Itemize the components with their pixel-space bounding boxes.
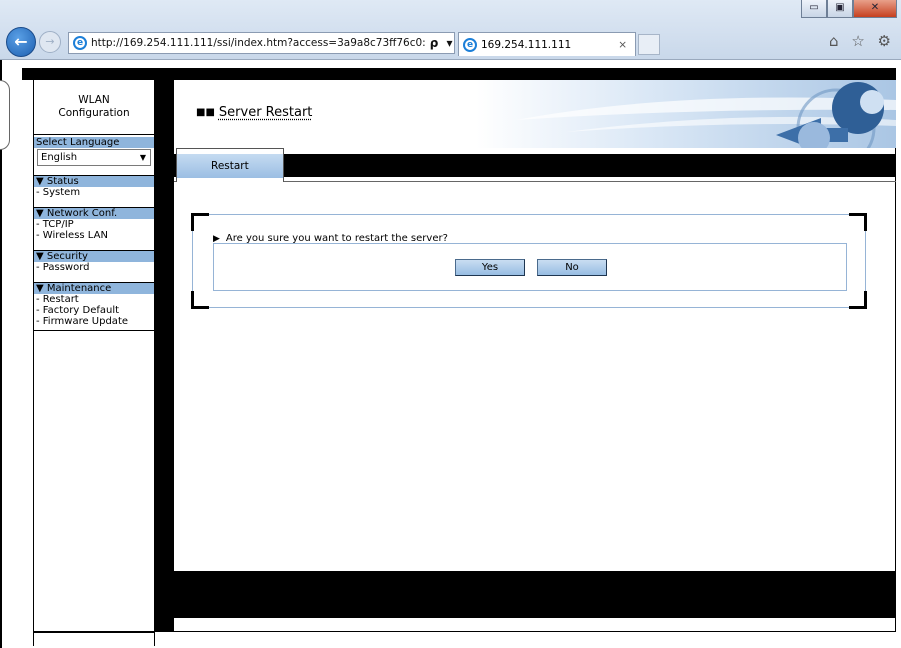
language-header: Select Language: [34, 137, 154, 148]
window-controls: ▭ ▣ ✕: [801, 0, 897, 18]
nav-group-network: ▼ Network Conf. - TCP/IP - Wireless LAN: [34, 207, 154, 241]
sidebar: WLAN Configuration Select Language Engli…: [33, 80, 155, 632]
bracket-corner: [191, 213, 209, 231]
confirm-button-area: Yes No: [213, 243, 847, 291]
header-banner: ■■ Server Restart: [174, 80, 896, 148]
nav-group-header[interactable]: ▼ Status: [34, 176, 154, 187]
bracket-corner: [191, 291, 209, 309]
page-title: ■■ Server Restart: [196, 105, 312, 120]
nav-divider: [34, 327, 154, 331]
tab-close-icon[interactable]: ×: [618, 39, 627, 51]
sidebar-item-tcpip[interactable]: - TCP/IP: [34, 219, 154, 230]
nav-group-maintenance: ▼ Maintenance - Restart - Factory Defaul…: [34, 282, 154, 331]
sidebar-bottom: [33, 632, 155, 646]
address-text[interactable]: http://169.254.111.111/ssi/index.htm?acc…: [91, 37, 426, 49]
left-notch: [0, 80, 10, 150]
sidebar-title-line2: Configuration: [58, 107, 130, 119]
nav-group-header[interactable]: ▼ Maintenance: [34, 283, 154, 294]
nav-group-header[interactable]: ▼ Network Conf.: [34, 208, 154, 219]
no-button[interactable]: No: [537, 259, 607, 276]
ie-logo-icon: e: [73, 36, 87, 50]
restart-confirm-box: ▶ Are you sure you want to restart the se…: [191, 213, 867, 309]
maximize-button[interactable]: ▣: [827, 0, 853, 18]
nav-group-status: ▼ Status - System: [34, 175, 154, 198]
main-panel: ■■ Server Restart Restart ▶ Are you sure …: [173, 80, 896, 632]
sidebar-item-system[interactable]: - System: [34, 187, 154, 198]
minimize-button[interactable]: ▭: [801, 0, 827, 18]
nav-group-header[interactable]: ▼ Security: [34, 251, 154, 262]
address-bar[interactable]: e http://169.254.111.111/ssi/index.htm?a…: [68, 32, 455, 54]
yes-button[interactable]: Yes: [455, 259, 525, 276]
sidebar-title-line1: WLAN: [78, 94, 110, 106]
bracket-corner: [849, 213, 867, 231]
bracket-corner: [849, 291, 867, 309]
language-select[interactable]: English ▼: [37, 149, 151, 166]
browser-chrome: ▭ ▣ ✕ ← → e http://169.254.111.111/ssi/i…: [0, 0, 901, 60]
address-actions-icon[interactable]: ρ ▾ ⎘ ↻ ✕: [426, 36, 454, 51]
tab-title: 169.254.111.111: [481, 38, 572, 51]
sidebar-item-factory-default[interactable]: - Factory Default: [34, 305, 154, 316]
nav-group-security: ▼ Security - Password: [34, 250, 154, 273]
close-window-button[interactable]: ✕: [853, 0, 897, 18]
tab-restart[interactable]: Restart: [176, 148, 284, 182]
sidebar-separator-bar: [155, 68, 173, 632]
banner-graphic: [476, 80, 896, 148]
page: WLAN Configuration Select Language Engli…: [0, 60, 901, 648]
sidebar-title: WLAN Configuration: [34, 80, 154, 135]
title-bullet-icon: ■■: [196, 107, 215, 118]
page-title-text: Server Restart: [218, 105, 313, 120]
forward-button[interactable]: →: [39, 31, 61, 53]
ie-logo-icon: e: [463, 37, 477, 52]
tab-restart-label: Restart: [177, 154, 283, 178]
sidebar-item-firmware-update[interactable]: - Firmware Update: [34, 316, 154, 327]
new-tab-button[interactable]: [638, 34, 660, 55]
back-button[interactable]: ←: [6, 27, 36, 57]
top-bar: [22, 68, 896, 80]
sidebar-item-restart[interactable]: - Restart: [34, 294, 154, 305]
sidebar-item-wireless-lan[interactable]: - Wireless LAN: [34, 230, 154, 241]
sidebar-item-password[interactable]: - Password: [34, 262, 154, 273]
home-favorites-tools-icons[interactable]: ⌂ ☆ ⚙: [829, 32, 895, 50]
footer-bar: [174, 571, 896, 618]
language-value: English: [41, 152, 78, 163]
browser-tab[interactable]: e 169.254.111.111 ×: [458, 32, 636, 56]
chevron-down-icon: ▼: [139, 153, 146, 162]
